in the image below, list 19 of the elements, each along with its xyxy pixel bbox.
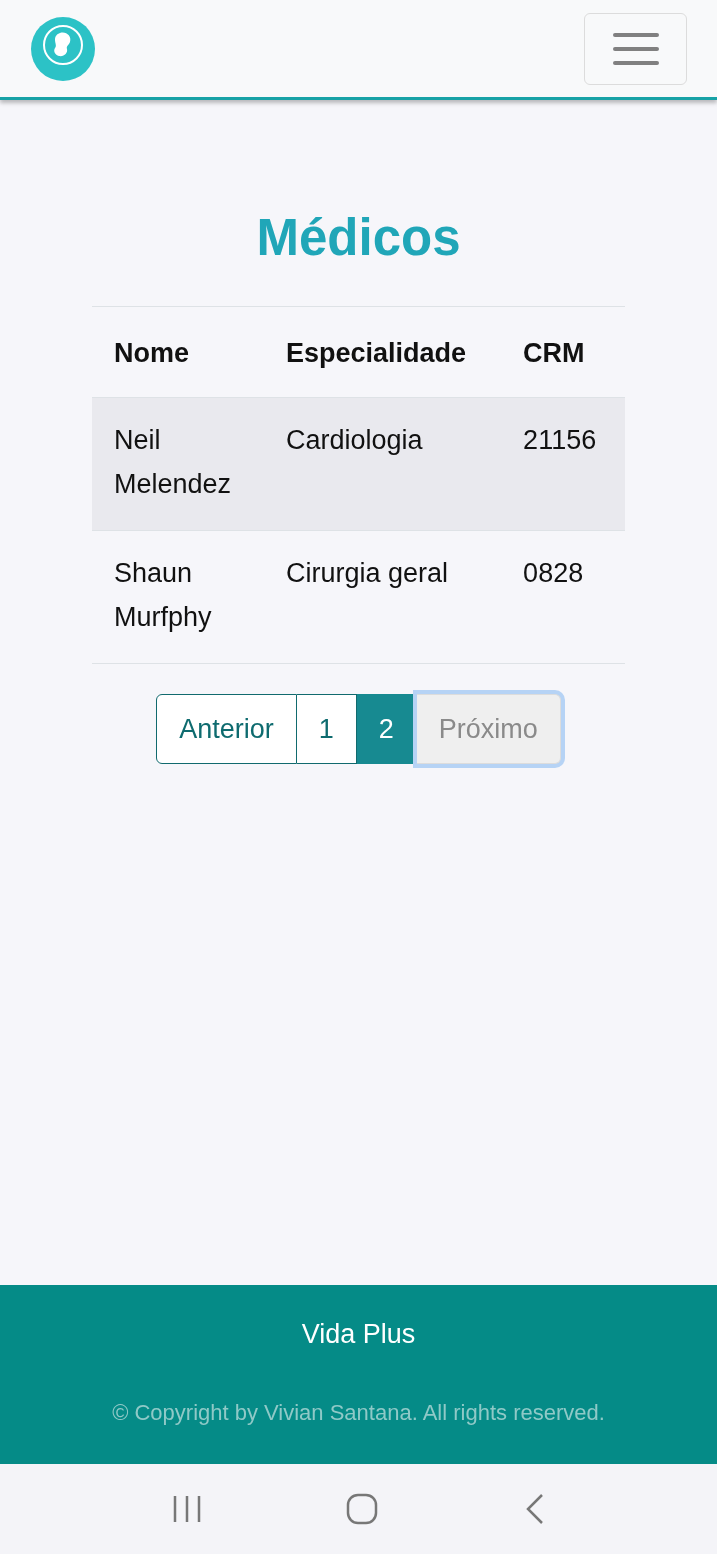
home-icon[interactable] (346, 1493, 379, 1525)
recent-apps-icon[interactable] (172, 1494, 203, 1524)
menu-icon (612, 31, 659, 66)
logo-icon[interactable] (30, 16, 96, 81)
table-cell: Shaun Murfphy (92, 530, 264, 664)
footer-brand: Vida Plus (301, 1319, 416, 1350)
page-button[interactable]: 1 (296, 694, 357, 764)
table-cell: 0828 (501, 530, 625, 664)
table-cell: Neil Melendez (92, 397, 264, 531)
page-title: Médicos (256, 208, 461, 267)
column-header: Especialidade (264, 306, 502, 398)
copyright-text: © Copyright by Vivian Santana. All rights reserved. (112, 1400, 605, 1426)
menu-button[interactable] (584, 12, 687, 85)
table-cell: Cardiologia (264, 397, 502, 531)
table-cell: Cirurgia geral (264, 530, 502, 664)
page-button[interactable]: Anterior (156, 694, 297, 764)
column-header: CRM (501, 306, 625, 398)
table-cell: 21156 (501, 397, 625, 531)
column-header: Nome (92, 306, 264, 398)
